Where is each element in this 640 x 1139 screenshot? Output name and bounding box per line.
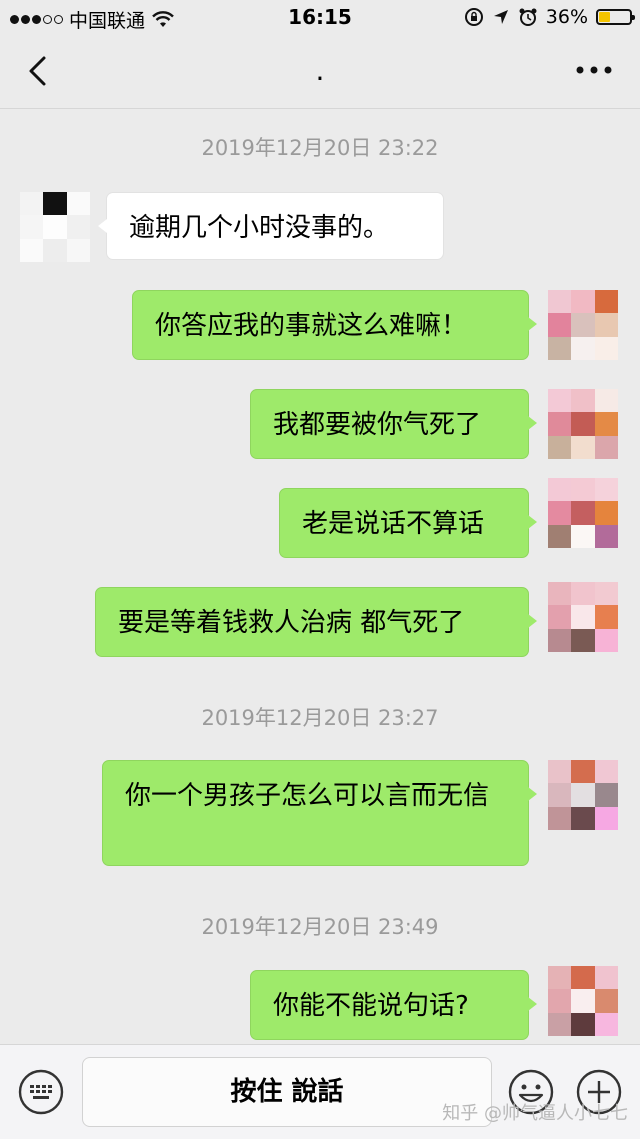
more-dots-icon[interactable]	[574, 60, 614, 80]
chat-title: .	[315, 54, 325, 87]
rotation-lock-icon	[464, 8, 483, 26]
my-avatar[interactable]	[548, 760, 618, 830]
location-icon	[493, 10, 508, 24]
message-timestamp: 2019年12月20日 23:49	[201, 915, 439, 939]
outgoing-message-bubble[interactable]: 要是等着钱救人治病 都气死了	[95, 587, 537, 657]
incoming-message-bubble[interactable]: 逾期几个小时没事的。	[98, 192, 444, 260]
zhihu-watermark: 知乎 @帅气逼人小七七	[442, 1103, 628, 1124]
keyboard-icon[interactable]	[18, 1069, 64, 1115]
outgoing-message-bubble[interactable]: 我都要被你气死了	[250, 389, 537, 459]
status-bar: 中国联通 16:15 36%	[0, 0, 640, 36]
my-avatar[interactable]	[548, 389, 618, 459]
chat-header: .	[0, 36, 640, 109]
outgoing-message-bubble[interactable]: 你答应我的事就这么难嘛！	[132, 290, 537, 360]
status-bar-right: 36%	[464, 6, 635, 28]
my-avatar[interactable]	[548, 478, 618, 548]
my-avatar[interactable]	[548, 966, 618, 1036]
battery-icon	[596, 9, 635, 25]
message-timestamp: 2019年12月20日 23:22	[201, 136, 439, 160]
outgoing-message-bubble[interactable]: 你能不能说句话?	[250, 970, 537, 1040]
alarm-icon	[519, 8, 537, 26]
my-avatar[interactable]	[548, 582, 618, 652]
battery-percent: 36%	[545, 6, 588, 28]
hold-to-talk-button[interactable]: 按住 說話	[82, 1057, 492, 1127]
chat-input-bar: 按住 說話 知乎 @帅气逼人小七七	[0, 1044, 640, 1139]
contact-avatar[interactable]	[20, 192, 90, 262]
outgoing-message-bubble[interactable]: 你一个男孩子怎么可以言而无信	[102, 760, 537, 866]
my-avatar[interactable]	[548, 290, 618, 360]
message-timestamp: 2019年12月20日 23:27	[201, 706, 439, 730]
outgoing-message-bubble[interactable]: 老是说话不算话	[279, 488, 537, 558]
